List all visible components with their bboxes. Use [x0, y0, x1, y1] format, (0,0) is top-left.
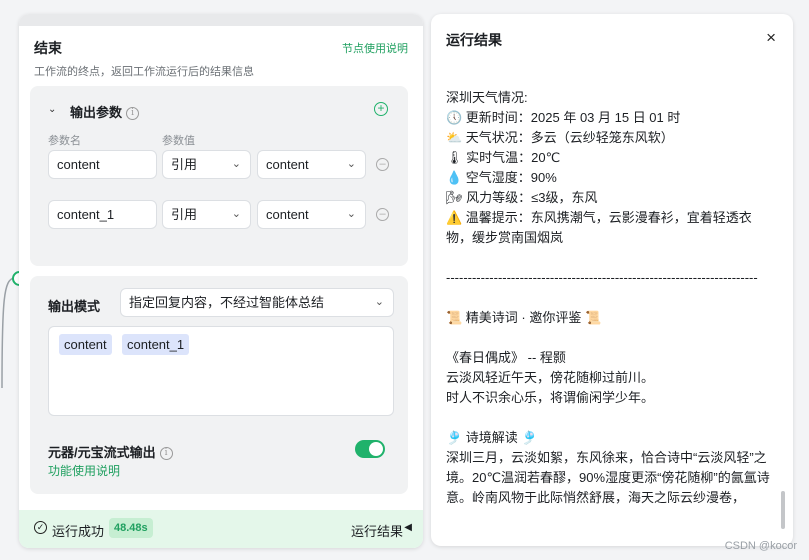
result-line: ⛅ 天气状况：多云（云纱轻笼东风软）	[446, 130, 674, 145]
param-type-select[interactable]: 引用 ⌄	[162, 150, 251, 179]
result-content: 深圳天气情况: 🕔 更新时间：2025 年 03 月 15 日 01 时 ⛅ 天气状…	[446, 88, 776, 508]
caret-left-icon[interactable]: ◀	[404, 522, 412, 533]
node-drag-bar[interactable]	[19, 14, 423, 26]
result-line: 🌬 风力等级：≤3级，东风	[446, 190, 598, 205]
connector-line	[1, 277, 14, 388]
param-value-select[interactable]: content ⌄	[257, 200, 366, 229]
output-mode-value: 指定回复内容，不经过智能体总结	[129, 295, 325, 310]
info-icon[interactable]: i	[159, 447, 173, 461]
params-title: 输出参数 i	[70, 102, 140, 121]
chevron-down-icon: ⌄	[374, 296, 384, 308]
info-icon[interactable]: i	[126, 107, 140, 121]
output-mode-select[interactable]: 指定回复内容，不经过智能体总结 ⌄	[120, 288, 394, 317]
watermark: CSDN @kocor	[724, 540, 797, 552]
result-line	[446, 248, 776, 268]
scrollbar-thumb[interactable]	[781, 491, 785, 529]
close-icon[interactable]: ×	[766, 28, 776, 48]
check-circle-icon: ✓	[34, 521, 47, 534]
result-line: 云淡风轻近午天，傍花随柳过前川。	[446, 370, 655, 385]
remove-param-icon[interactable]: –	[376, 158, 389, 171]
col-label-name: 参数名	[48, 135, 81, 147]
remove-param-icon[interactable]: –	[376, 208, 389, 221]
result-line: 深圳三月，云淡如絮，东风徐来，恰合诗中“云淡风轻”之境。20℃温润若春醪，90%…	[446, 450, 770, 505]
node-title: 结束	[34, 40, 62, 56]
result-line: 《春日偶成》 -- 程颢	[446, 350, 566, 365]
result-line: 🌡 实时气温：20℃	[446, 150, 561, 165]
output-mode-section: 输出模式 指定回复内容，不经过智能体总结 ⌄ content content_1…	[30, 276, 408, 494]
result-line	[446, 288, 776, 308]
result-line: ⚠️ 温馨提示：东风携潮气，云影漫春衫，宜着轻透衣物，缓步赏南国烟岚	[446, 210, 752, 245]
col-label-value: 参数值	[162, 135, 195, 147]
chevron-down-icon: ⌄	[346, 208, 356, 220]
collapse-chevron-icon[interactable]: ⌄	[48, 104, 56, 115]
add-param-icon[interactable]: +	[374, 102, 388, 116]
params-title-text: 输出参数	[70, 105, 123, 120]
node-doc-link[interactable]: 节点使用说明	[342, 40, 408, 56]
param-type-value: 引用	[171, 207, 198, 222]
stream-output-label-text: 元器/元宝流式输出	[48, 445, 156, 460]
result-line: ----------------------------------------…	[446, 270, 758, 285]
param-type-select[interactable]: 引用 ⌄	[162, 200, 251, 229]
param-value-text: content	[266, 207, 309, 222]
chevron-down-icon: ⌄	[231, 208, 241, 220]
output-mode-label: 输出模式	[48, 299, 101, 314]
run-duration-badge: 48.48s	[109, 518, 153, 538]
end-node-panel: 结束 节点使用说明 工作流的终点，返回工作流运行后的结果信息 ⌄ 输出参数 i +…	[19, 14, 423, 548]
run-result-button[interactable]: 运行结果	[351, 521, 403, 540]
variable-chip[interactable]: content	[59, 334, 112, 355]
chevron-down-icon: ⌄	[231, 158, 241, 170]
param-name-input[interactable]: content_1	[48, 200, 157, 229]
run-result-panel: 运行结果 × 深圳天气情况: 🕔 更新时间：2025 年 03 月 15 日 01…	[431, 14, 793, 546]
param-value-select[interactable]: content ⌄	[257, 150, 366, 179]
result-line	[446, 328, 776, 348]
param-value-text: content	[266, 157, 309, 172]
result-line	[446, 408, 776, 428]
stream-output-toggle[interactable]	[355, 440, 385, 458]
variable-chip[interactable]: content_1	[122, 334, 190, 355]
run-status-text: 运行成功	[52, 524, 105, 539]
stream-output-label: 元器/元宝流式输出 i	[48, 442, 173, 461]
param-name-input[interactable]: content	[48, 150, 157, 179]
run-status-bar: ✓ 运行成功 48.48s 运行结果 ◀	[19, 510, 423, 548]
reply-content-editor[interactable]: content content_1	[48, 326, 394, 416]
chevron-down-icon: ⌄	[346, 158, 356, 170]
result-line: 时人不识余心乐，将谓偷闲学少年。	[446, 390, 655, 405]
result-line: 📜 精美诗词 · 邀你评鉴 📜	[446, 310, 602, 325]
output-params-section: ⌄ 输出参数 i + 参数名 参数值 content 引用 ⌄ content ⌄ –…	[30, 86, 408, 266]
result-panel-title: 运行结果	[446, 32, 502, 48]
result-line: 🎐 诗境解读 🎐	[446, 430, 538, 445]
stream-doc-link[interactable]: 功能使用说明	[48, 462, 120, 479]
param-type-value: 引用	[171, 157, 198, 172]
result-line: 深圳天气情况:	[446, 90, 528, 105]
result-line: 🕔 更新时间：2025 年 03 月 15 日 01 时	[446, 110, 681, 125]
node-description: 工作流的终点，返回工作流运行后的结果信息	[34, 66, 254, 78]
result-line: 💧 空气湿度：90%	[446, 170, 557, 185]
